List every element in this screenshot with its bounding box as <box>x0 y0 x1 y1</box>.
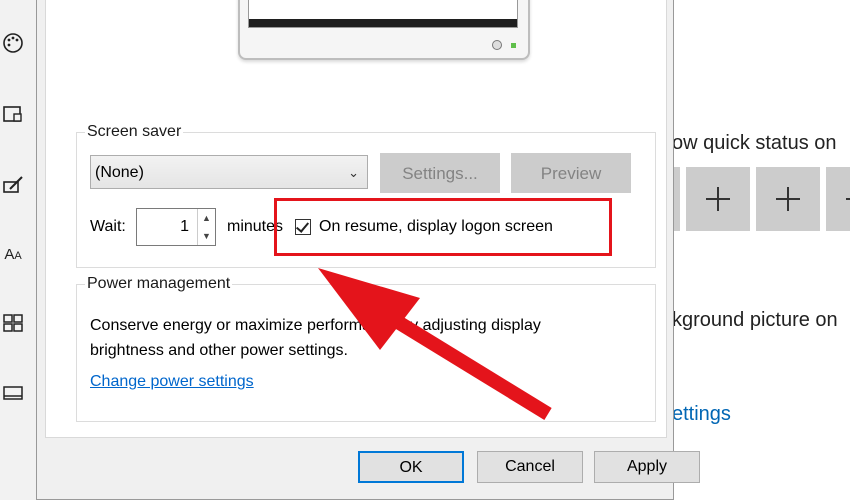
start-icon[interactable] <box>2 312 24 334</box>
cancel-button[interactable]: Cancel <box>477 451 583 483</box>
screen-saver-dropdown[interactable]: (None) ⌄ <box>90 155 368 189</box>
plus-icon <box>846 187 850 211</box>
screen-saver-legend: Screen saver <box>85 123 184 141</box>
brush-icon[interactable] <box>2 174 24 196</box>
apply-button[interactable]: Apply <box>594 451 700 483</box>
monitor-power-button <box>492 40 502 50</box>
quick-status-tile[interactable] <box>686 167 750 231</box>
wait-minutes-stepper[interactable]: 1 ▲ ▼ <box>136 208 216 246</box>
plus-icon <box>706 187 730 211</box>
lock-screen-icon[interactable] <box>2 104 24 126</box>
power-description: Conserve energy or maximize performance … <box>90 317 541 359</box>
preview-button[interactable]: Preview <box>511 153 631 193</box>
monitor-preview <box>238 0 530 60</box>
monitor-taskbar <box>249 19 517 27</box>
spin-down-icon[interactable]: ▼ <box>197 227 215 245</box>
font-icon[interactable]: AA <box>2 244 24 266</box>
settings-button[interactable]: Settings... <box>380 153 500 193</box>
palette-icon[interactable] <box>2 32 24 54</box>
quick-status-tile[interactable] <box>756 167 820 231</box>
ok-button[interactable]: OK <box>358 451 464 483</box>
quick-status-text: ow quick status on <box>672 132 837 154</box>
quick-status-tile[interactable] <box>826 167 850 231</box>
change-power-settings-link[interactable]: Change power settings <box>90 373 254 391</box>
wait-label: Wait: <box>90 218 126 235</box>
screen-saver-selected: (None) <box>95 164 144 181</box>
settings-link[interactable]: ettings <box>672 403 731 426</box>
chevron-down-icon: ⌄ <box>348 165 359 180</box>
power-management-group: Power management Conserve energy or maxi… <box>76 275 656 422</box>
taskbar-icon[interactable] <box>2 382 24 404</box>
spin-up-icon[interactable]: ▲ <box>197 209 215 227</box>
monitor-led <box>511 43 516 48</box>
wait-minutes-value[interactable]: 1 <box>147 218 189 236</box>
settings-nav-rail: AA <box>0 0 36 500</box>
background-picture-text: kground picture on <box>672 309 838 331</box>
plus-icon <box>776 187 800 211</box>
highlight-box <box>274 198 612 256</box>
power-management-legend: Power management <box>85 275 233 293</box>
monitor-screen <box>248 0 518 28</box>
